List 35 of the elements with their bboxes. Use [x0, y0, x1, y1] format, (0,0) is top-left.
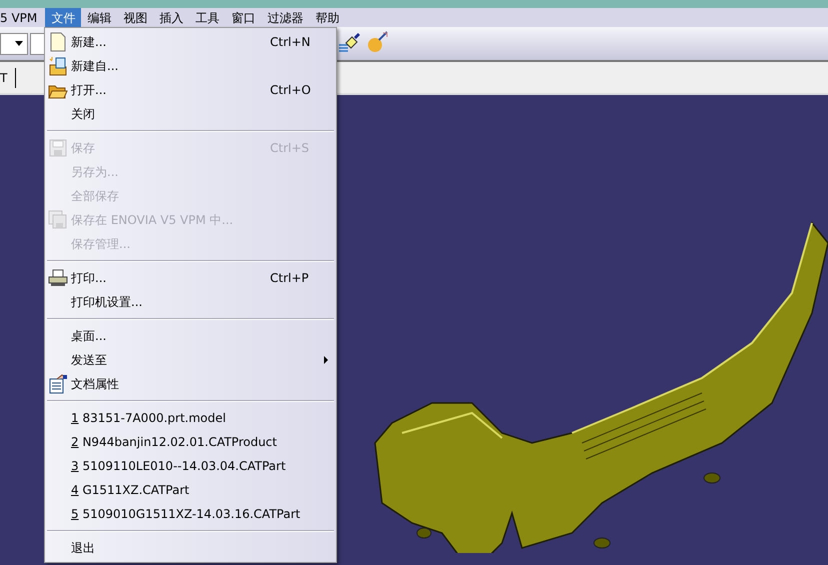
toolbar-text: T	[0, 70, 8, 86]
menu-item[interactable]: 关闭	[45, 102, 336, 126]
menu-item[interactable]: 过滤器	[261, 8, 310, 27]
sphere-icon[interactable]	[366, 31, 390, 53]
menu-item[interactable]: 工具	[189, 8, 226, 27]
menu-item[interactable]: 文件	[45, 8, 82, 27]
menu-item[interactable]: 打开... Ctrl+O	[45, 78, 336, 102]
menu-item[interactable]: 视图	[117, 8, 154, 27]
menu-item[interactable]: 打印机设置...	[45, 290, 336, 314]
dropdown[interactable]	[0, 32, 28, 54]
menu-item[interactable]: 帮助	[309, 8, 346, 27]
menu-item[interactable]: 桌面...	[45, 324, 336, 348]
recent-file-item[interactable]: 5 5109010G1511XZ-14.03.16.CATPart	[45, 502, 336, 526]
brush-icon[interactable]	[338, 33, 362, 53]
caret-icon	[15, 41, 23, 46]
menu-item[interactable]: 打印... Ctrl+P	[45, 266, 336, 290]
menu-item[interactable]: 新建自...	[45, 54, 336, 78]
menu-item[interactable]: 发送至	[45, 348, 336, 372]
menu-item[interactable]: 文档属性	[45, 372, 336, 396]
printer-icon	[48, 268, 68, 288]
new-from-file-icon	[48, 56, 68, 76]
menu-item[interactable]: 窗口	[225, 8, 262, 27]
menu-item[interactable]: 退出	[45, 536, 336, 560]
menu-item[interactable]: 插入	[153, 8, 190, 27]
new-file-icon	[48, 32, 68, 52]
recent-file-item[interactable]: 2 N944banjin12.02.01.CATProduct	[45, 430, 336, 454]
recent-file-item[interactable]: 1 83151-7A000.prt.model	[45, 406, 336, 430]
recent-file-item[interactable]: 4 G1511XZ.CATPart	[45, 478, 336, 502]
submenu-arrow-icon	[324, 356, 328, 364]
menu-item[interactable]: 编辑	[81, 8, 118, 27]
menu-item[interactable]: 新建... Ctrl+N	[45, 30, 336, 54]
app-name: 5 VPM	[0, 10, 38, 26]
document-properties-icon	[48, 374, 68, 394]
floppy-disks-icon	[48, 210, 68, 230]
recent-file-item[interactable]: 3 5109110LE010--14.03.04.CATPart	[45, 454, 336, 478]
